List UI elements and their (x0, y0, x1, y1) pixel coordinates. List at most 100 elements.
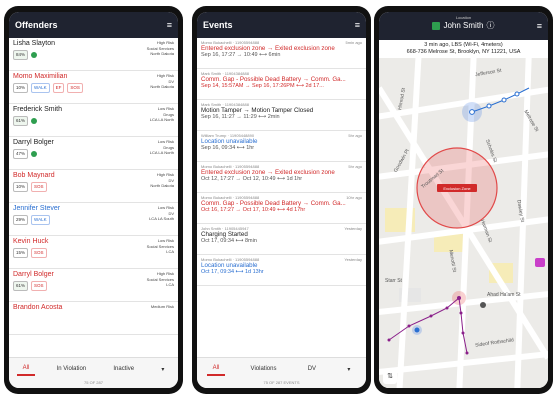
status-tags: 29% WALK (13, 215, 121, 225)
map-phone: Location John Smith ⓘ ≡ 3 min ago, LBS (… (374, 6, 553, 394)
event-title: Comm. Gap - Possible Dead Battery → Comm… (201, 76, 346, 83)
offender-row[interactable]: Lisha Slayton High Risk Social Services Nor… (9, 38, 178, 71)
region: North Dakota (150, 183, 174, 188)
offender-meta: High Risk DV North Dakota (150, 172, 174, 189)
event-filter-tab[interactable]: All (206, 362, 226, 376)
event-time: Oct 17, 09:34 ⟷ 8min (201, 238, 257, 244)
offender-meta: High Risk Social Services LCA (147, 271, 174, 288)
offender-row[interactable]: Frederick Smith Low Risk Drugs LCA LA North… (9, 104, 178, 137)
event-ago: Yesterday (344, 226, 362, 231)
event-title: Location unavailable (201, 138, 258, 145)
status-badge: WALK (31, 215, 50, 225)
menu-icon[interactable]: ≡ (355, 20, 360, 30)
offender-list: Lisha Slayton High Risk Social Services Nor… (9, 38, 178, 358)
offender-row[interactable]: Darryl Bolger High Risk Social Services LCA… (9, 269, 178, 302)
route-toggle-icon[interactable]: ⇅ (383, 370, 397, 384)
location-point[interactable] (414, 327, 420, 333)
status-badge: SOS (67, 83, 83, 93)
status-badge: 15% (13, 248, 29, 258)
event-filter-tab[interactable]: Violations (245, 363, 283, 375)
event-time: Sep 14, 15:57AM → Sep 16, 17:26PM ⟷ 2d 1… (201, 83, 324, 89)
map-view[interactable]: Exclusion Zone Jefferson St Troutman St … (379, 47, 548, 388)
event-row[interactable]: William Trump · 11905448890 5hr ago Locati… (197, 131, 366, 162)
offender-row[interactable]: Momo Maximilian High Risk DV North Dakota 10… (9, 71, 178, 104)
offender-filter-tab[interactable]: Inactive (107, 363, 140, 375)
status-tags: 47% (13, 149, 121, 159)
status-tags: 10% WALK EF SOS (13, 83, 121, 93)
map-canvas: Exclusion Zone (379, 47, 548, 388)
page-title: Offenders (15, 20, 58, 30)
event-time: Sep 16, 17:27 → 10:49 ⟷ 6min (201, 52, 281, 58)
event-ago: 10hr ago (346, 195, 362, 200)
menu-icon[interactable]: ≡ (167, 20, 172, 30)
region: LCA LA South (149, 216, 174, 221)
status-badge: 10% (13, 83, 29, 93)
offender-meta: Medium Risk (151, 304, 174, 310)
event-count: 75 OF 287 EVENTS (263, 380, 300, 385)
status-badge: SOS (31, 281, 47, 291)
event-row[interactable]: Mark Smith · 11904384888 Motion Tamper → … (197, 100, 366, 131)
event-time: Sep 16, 09:34 ⟷ 1hr (201, 145, 255, 151)
event-ago: 5hr ago (348, 164, 362, 169)
street-label: Starr St (385, 278, 402, 284)
status-badge: 29% (13, 215, 29, 225)
status-badge: 61% (13, 116, 29, 126)
status-tags: 10% SOS (13, 182, 121, 192)
event-ago: 5hr ago (348, 133, 362, 138)
event-title: Entered exclusion zone → Exited exclusio… (201, 169, 335, 176)
status-tags: 15% SOS (13, 248, 121, 258)
offender-filter-tab[interactable]: ▾ (155, 363, 170, 376)
offender-filter-tab[interactable]: All (16, 362, 36, 376)
region: North Dakota (150, 51, 174, 56)
event-row[interactable]: Momo Bukachelli · 11905594888 Yesterday Lo… (197, 255, 366, 286)
event-title: Comm. Gap - Possible Dead Battery → Comm… (201, 200, 346, 207)
status-badge: WALK (31, 83, 50, 93)
event-ago: 5min ago (345, 40, 362, 45)
map-header: Location John Smith ⓘ ≡ (379, 12, 548, 40)
region: LCA LA North (149, 150, 174, 155)
event-row[interactable]: Momo Bukachelli · 11905594888 5hr ago Ente… (197, 162, 366, 193)
event-title: Charging Started (201, 231, 248, 238)
offender-row[interactable]: Darryl Bolger Low Risk Drugs LCA LA North 47… (9, 137, 178, 170)
page-title: Events (203, 20, 233, 30)
offender-row[interactable]: Kevin Huck Low Risk Social Services LCA 15% S… (9, 236, 178, 269)
status-dot-icon (31, 52, 38, 58)
event-filter-tab[interactable]: DV (302, 363, 322, 375)
exclusion-zone-label: Exclusion Zone (443, 186, 471, 191)
status-dot-icon (31, 151, 38, 157)
offender-meta: Low Risk Social Services LCA (147, 238, 174, 255)
location-accuracy: 3 min ago, LBS (Wi-Fi, 4meters) (424, 42, 503, 48)
event-row[interactable]: John Smith · 11905445947 Yesterday Chargin… (197, 224, 366, 255)
status-tags: 84% (13, 50, 121, 60)
menu-icon[interactable]: ≡ (537, 21, 542, 31)
status-badge: 84% (13, 50, 29, 60)
status-badge: SOS (31, 182, 47, 192)
status-badge: SOS (31, 248, 47, 258)
event-time: Oct 17, 09:34 ⟷ 1d 13hr (201, 269, 264, 275)
event-filter-tab[interactable]: ▾ (341, 363, 356, 376)
event-time: Sep 16, 11:27 → 11:29 ⟷ 2min (201, 114, 280, 120)
offender-meta: High Risk Social Services North Dakota (147, 40, 174, 57)
poi-marker (480, 302, 486, 308)
subject-name[interactable]: John Smith ⓘ (379, 20, 548, 31)
event-row[interactable]: Momo Bukachelli · 11905594888 10hr ago Com… (197, 193, 366, 224)
info-icon[interactable]: ⓘ (487, 20, 495, 31)
event-row[interactable]: Mark Smith · 11904384888 Comm. Gap - Poss… (197, 69, 366, 100)
offender-row[interactable]: Brandon Acosta Medium Risk (9, 302, 178, 335)
region: LCA (166, 249, 174, 254)
offender-name: Brandon Acosta (13, 304, 63, 311)
offender-tabs: All In Violation Inactive ▾ (9, 358, 178, 380)
event-row[interactable]: Momo Bukachelli · 11905594888 5min ago Ent… (197, 38, 366, 69)
offender-row[interactable]: Jennifer Stever Low Risk DV LCA LA South 29%… (9, 203, 178, 236)
subject-name-text: John Smith (443, 21, 484, 30)
event-list: Momo Bukachelli · 11905594888 5min ago Ent… (197, 38, 366, 358)
offender-meta: Low Risk DV LCA LA South (149, 205, 174, 222)
map-screen: Location John Smith ⓘ ≡ 3 min ago, LBS (… (379, 12, 548, 388)
events-filter-bar: All Violations DV ▾ 75 OF 287 EVENTS (197, 357, 366, 388)
offender-filter-tab[interactable]: In Violation (51, 363, 93, 375)
location-address: 668-736 Melrose St, Brooklyn, NY 11221, … (406, 49, 521, 55)
risk-level: Medium Risk (150, 304, 174, 309)
offender-row[interactable]: Bob Maynard High Risk DV North Dakota 10% SOS (9, 170, 178, 203)
event-title: Motion Tamper → Motion Tamper Closed (201, 107, 314, 114)
event-tabs: All Violations DV ▾ (197, 358, 366, 380)
